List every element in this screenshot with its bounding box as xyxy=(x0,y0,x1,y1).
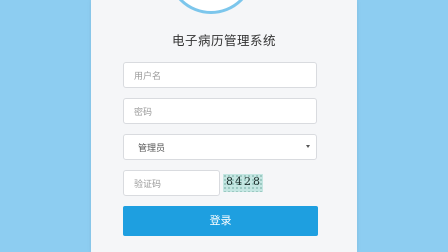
avatar xyxy=(167,0,255,14)
chevron-down-icon xyxy=(306,145,310,148)
captcha-image[interactable]: 8428 xyxy=(223,174,263,192)
login-panel: 电子病历管理系统 用户名 密码 管理员 验证码 8428 登录 xyxy=(91,0,357,252)
captcha-field[interactable]: 验证码 xyxy=(123,170,220,196)
password-placeholder: 密码 xyxy=(134,107,153,118)
role-select[interactable]: 管理员 xyxy=(123,134,317,160)
login-button[interactable]: 登录 xyxy=(123,206,318,236)
captcha-code: 8428 xyxy=(226,175,262,188)
password-field[interactable]: 密码 xyxy=(123,98,317,124)
username-placeholder: 用户名 xyxy=(134,71,162,82)
username-field[interactable]: 用户名 xyxy=(123,62,317,88)
role-selected-value: 管理员 xyxy=(138,143,166,154)
page-title: 电子病历管理系统 xyxy=(171,33,276,48)
captcha-placeholder: 验证码 xyxy=(134,179,162,190)
